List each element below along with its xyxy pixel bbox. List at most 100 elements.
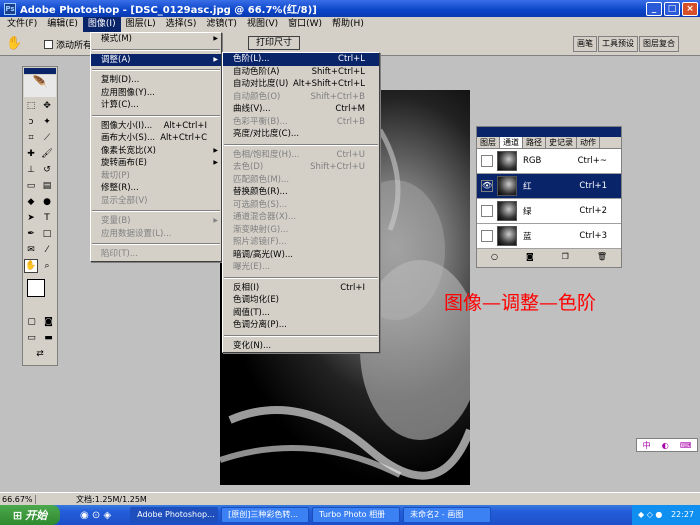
- image_menu-item-6[interactable]: 计算(C)...: [91, 99, 221, 112]
- channels-tab-4[interactable]: 动作: [577, 137, 600, 148]
- adjust_menu-item-0[interactable]: 色阶(L)... Ctrl+L: [223, 53, 379, 66]
- channels-tab-3[interactable]: 史记录: [546, 137, 577, 148]
- close-button[interactable]: ×: [682, 1, 698, 16]
- channel-row[interactable]: 👁 红 Ctrl+1: [477, 174, 621, 199]
- image_menu-item-8[interactable]: 图像大小(I)... Alt+Ctrl+I: [91, 120, 221, 133]
- adjust_menu-item-10[interactable]: 匹配颜色(M)...: [223, 174, 379, 187]
- image_menu-item-12[interactable]: 裁切(P): [91, 170, 221, 183]
- adjust_menu-item-24[interactable]: 变化(N)...: [223, 340, 379, 353]
- eye-icon[interactable]: [481, 155, 493, 167]
- image_menu-item-19[interactable]: 陷印(T)...: [91, 248, 221, 261]
- adjust_menu-item-13[interactable]: 通道混合器(X)...: [223, 211, 379, 224]
- brush-tool-icon[interactable]: 🖌: [40, 147, 54, 161]
- menu-7[interactable]: 窗口(W): [283, 17, 327, 32]
- palette-tab-2[interactable]: 图层复合: [639, 36, 679, 52]
- eyedropper-icon[interactable]: ⁄: [40, 243, 54, 257]
- image_menu-item-0[interactable]: 模式(M): [91, 33, 221, 46]
- adjust_menu-item-3[interactable]: 自动颜色(O) Shift+Ctrl+B: [223, 91, 379, 104]
- channels-tab-2[interactable]: 路径: [523, 137, 546, 148]
- adjust_menu-item-22[interactable]: 色调分离(P)...: [223, 319, 379, 332]
- adjust_menu-item-8[interactable]: 色相/饱和度(H)... Ctrl+U: [223, 149, 379, 162]
- adjust_menu-item-12[interactable]: 可选颜色(S)...: [223, 199, 379, 212]
- image_menu-item-9[interactable]: 画布大小(S)... Alt+Ctrl+C: [91, 132, 221, 145]
- image_menu-item-2[interactable]: 调整(A): [91, 53, 221, 66]
- imageready-jump-icon[interactable]: ⇄: [33, 347, 47, 361]
- menu-8[interactable]: 帮助(H): [327, 17, 369, 32]
- eye-icon[interactable]: [481, 205, 493, 217]
- ime-toolbar[interactable]: 中 ◐ ⌨: [636, 438, 698, 452]
- image_menu-item-13[interactable]: 修整(R)...: [91, 182, 221, 195]
- eye-icon[interactable]: 👁: [481, 180, 493, 192]
- maximize-button[interactable]: □: [664, 1, 680, 16]
- move-tool-icon[interactable]: ✥: [40, 99, 54, 113]
- adjust_menu-item-15[interactable]: 照片滤镜(F)...: [223, 236, 379, 249]
- channel-row[interactable]: RGB Ctrl+~: [477, 149, 621, 174]
- scroll-all-checkbox[interactable]: [44, 40, 53, 49]
- adjust_menu-item-17[interactable]: 曝光(E)...: [223, 261, 379, 274]
- adjust_menu-item-14[interactable]: 渐变映射(G)...: [223, 224, 379, 237]
- image_menu-item-16[interactable]: 变量(B): [91, 215, 221, 228]
- screen-mode-full-icon[interactable]: ▬: [42, 331, 56, 345]
- menu-3[interactable]: 图层(L): [121, 17, 161, 32]
- tray-icons[interactable]: ◆ ◇ ●: [638, 510, 662, 519]
- hand-tool-selected-icon[interactable]: ✋: [24, 259, 38, 273]
- adjust_menu-item-5[interactable]: 色彩平衡(B)... Ctrl+B: [223, 116, 379, 129]
- stamp-tool-icon[interactable]: ⊥: [24, 163, 38, 177]
- print-size-button[interactable]: 打印尺寸: [248, 36, 300, 50]
- menu-0[interactable]: 文件(F): [2, 17, 42, 32]
- eraser-tool-icon[interactable]: ▭: [24, 179, 38, 193]
- pen-tool-icon[interactable]: ✒: [24, 227, 38, 241]
- image_menu-item-4[interactable]: 复制(D)...: [91, 74, 221, 87]
- foreground-color-swatch[interactable]: [27, 279, 45, 297]
- save-selection-icon[interactable]: ◙: [526, 252, 534, 261]
- magic-wand-icon[interactable]: ✦: [40, 115, 54, 129]
- palette-tab-0[interactable]: 画笔: [573, 36, 597, 52]
- type-tool-icon[interactable]: T: [40, 211, 54, 225]
- adjust_menu-item-16[interactable]: 暗调/高光(W)...: [223, 249, 379, 262]
- adjust_menu-item-1[interactable]: 自动色阶(A) Shift+Ctrl+L: [223, 66, 379, 79]
- adjust_menu-item-21[interactable]: 阈值(T)...: [223, 307, 379, 320]
- marquee-tool-icon[interactable]: ⬚: [24, 99, 38, 113]
- channels-tab-0[interactable]: 图层: [477, 137, 500, 148]
- shape-tool-icon[interactable]: □: [40, 227, 54, 241]
- zoom-level[interactable]: 66.67%: [0, 494, 36, 504]
- channel-row[interactable]: 蓝 Ctrl+3: [477, 224, 621, 249]
- notes-tool-icon[interactable]: ✉: [24, 243, 38, 257]
- menu-5[interactable]: 滤镜(T): [201, 17, 242, 32]
- screen-mode-std-icon[interactable]: ▭: [25, 331, 39, 345]
- channels-tab-1[interactable]: 通道: [500, 137, 523, 148]
- menu-6[interactable]: 视图(V): [242, 17, 283, 32]
- image_menu-item-17[interactable]: 应用数据设置(L)...: [91, 228, 221, 241]
- crop-tool-icon[interactable]: ⌗: [24, 131, 38, 145]
- quickmask-mode-icon[interactable]: ◙: [42, 315, 56, 329]
- adjust_menu-item-19[interactable]: 反相(I) Ctrl+I: [223, 282, 379, 295]
- blur-tool-icon[interactable]: ◆: [24, 195, 38, 209]
- channel-row[interactable]: 绿 Ctrl+2: [477, 199, 621, 224]
- gradient-tool-icon[interactable]: ▤: [40, 179, 54, 193]
- start-button[interactable]: ⊞ 开始: [0, 505, 60, 525]
- delete-channel-icon[interactable]: 🗑: [597, 252, 607, 261]
- taskbar-task-0[interactable]: Adobe Photoshop...: [130, 507, 219, 523]
- menu-4[interactable]: 选择(S): [161, 17, 202, 32]
- adjust_menu-item-2[interactable]: 自动对比度(U) Alt+Shift+Ctrl+L: [223, 78, 379, 91]
- palette-tab-1[interactable]: 工具预设: [598, 36, 638, 52]
- minimize-button[interactable]: _: [646, 1, 662, 16]
- path-select-icon[interactable]: ➤: [24, 211, 38, 225]
- taskbar-task-2[interactable]: Turbo Photo 相册: [312, 507, 401, 523]
- load-selection-icon[interactable]: ○: [491, 252, 498, 261]
- standard-mode-icon[interactable]: ▢: [25, 315, 39, 329]
- menu-2[interactable]: 图像(I): [82, 17, 121, 32]
- feather-icon[interactable]: 🪶: [24, 75, 56, 97]
- image_menu-item-14[interactable]: 显示全部(V): [91, 195, 221, 208]
- adjust_menu-item-6[interactable]: 亮度/对比度(C)...: [223, 128, 379, 141]
- image_menu-item-11[interactable]: 旋转画布(E): [91, 157, 221, 170]
- adjust_menu-item-11[interactable]: 替换颜色(R)...: [223, 186, 379, 199]
- image_menu-item-5[interactable]: 应用图像(Y)...: [91, 87, 221, 100]
- taskbar-task-3[interactable]: 未命名2 - 画图: [403, 507, 492, 523]
- adjust_menu-item-20[interactable]: 色调均化(E): [223, 294, 379, 307]
- dodge-tool-icon[interactable]: ●: [40, 195, 54, 209]
- taskbar-task-1[interactable]: [原创]三种彩色转...: [221, 507, 310, 523]
- zoom-tool-icon[interactable]: ⌕: [40, 259, 54, 273]
- eye-icon[interactable]: [481, 230, 493, 242]
- lasso-tool-icon[interactable]: ↄ: [24, 115, 38, 129]
